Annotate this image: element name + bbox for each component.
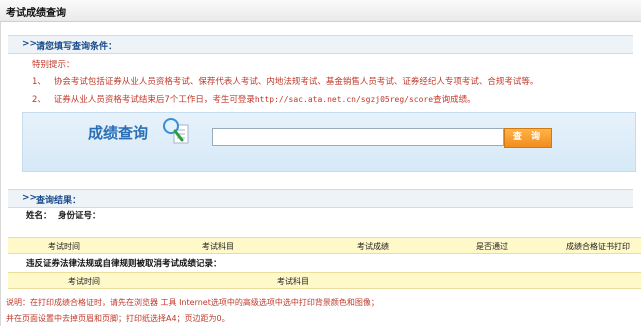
print-instruction: 说明：在打印成绩合格证时，请先在浏览器 工具 Internet选项中的高级选项中… — [6, 298, 379, 307]
double-arrow-icon: >> — [22, 193, 38, 203]
print-instruction: 并在页面设置中去掉页眉和页脚；打印纸选择A4；页边距为0。 — [6, 314, 230, 323]
scores-table-header: 考试时间 考试科目 考试成绩 是否通过 成绩合格证书打印 — [8, 237, 641, 254]
name-label: 姓名： — [26, 211, 52, 221]
magnifier-icon — [163, 118, 189, 144]
notice-title: 特别提示： — [32, 60, 75, 70]
condition-section-header: >> 请您填写查询条件： — [8, 35, 633, 54]
title-bar — [0, 0, 641, 22]
query-button[interactable]: 查 询 — [504, 128, 552, 148]
violations-table-header: 考试时间 考试科目 — [8, 272, 641, 289]
notice-text: 协会考试包括证券从业人员资格考试、保荐代表人考试、内地法规考试、基金销售人员考试… — [53, 77, 539, 87]
double-arrow-icon: >> — [22, 39, 38, 49]
condition-section-title: 请您填写查询条件： — [36, 42, 118, 52]
score-url-link[interactable]: http://sac.ata.net.cn/sgzj05reg/score — [255, 95, 433, 104]
column-header: 考试成绩 — [357, 242, 389, 251]
violations-title: 违反证券法律法规或自律规则被取消考试成绩记录： — [26, 259, 222, 269]
column-header: 是否通过 — [476, 242, 508, 251]
column-header: 成绩合格证书打印 — [566, 242, 630, 251]
column-header: 考试时间 — [48, 242, 80, 251]
page-title: 考试成绩查询 — [6, 8, 66, 19]
result-section-header: >> 查询结果： — [8, 189, 633, 208]
notice-item-1: 1、 协会考试包括证券从业人员资格考试、保荐代表人考试、内地法规考试、基金销售人员… — [32, 75, 538, 87]
query-panel-label: 成绩查询 — [88, 124, 149, 142]
notice-text-after: 查询成绩。 — [433, 95, 476, 105]
id-number-label: 身份证号： — [58, 211, 101, 221]
notice-number: 2、 — [32, 95, 46, 105]
result-section-title: 查询结果： — [36, 196, 82, 206]
notice-item-2: 2、 证券从业人员资格考试结束后7个工作日，考生可登录http://sac.ata… — [32, 93, 476, 105]
column-header: 考试科目 — [202, 242, 234, 251]
left-border — [0, 22, 1, 326]
column-header: 考试时间 — [68, 277, 100, 286]
notice-text-before: 证券从业人员资格考试结束后7个工作日，考生可登录 — [53, 95, 255, 105]
notice-number: 1、 — [32, 77, 46, 87]
column-header: 考试科目 — [277, 277, 309, 286]
query-input[interactable] — [212, 128, 504, 146]
